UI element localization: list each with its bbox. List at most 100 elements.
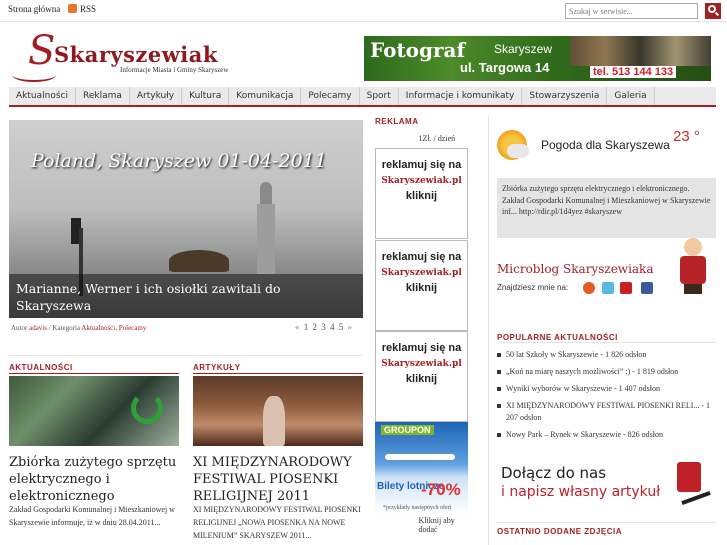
- search-input[interactable]: [565, 3, 698, 19]
- section-rule-artykuly: [193, 373, 363, 374]
- logo-initial: S: [28, 28, 56, 74]
- ad-slot-3-brand: Skaryszewiak.pl: [381, 359, 462, 369]
- popular-item[interactable]: 50 lat Szkoły w Skaryszewie - 1 826 odsł…: [497, 349, 717, 361]
- ad-slot-2-text: reklamuj się na: [381, 251, 462, 263]
- pager-pages[interactable]: 1 2 3 4 5: [304, 322, 345, 332]
- nav-item-artykuly[interactable]: Artykuły: [130, 87, 183, 105]
- nav-item-kultura[interactable]: Kultura: [182, 87, 230, 105]
- ad-slot-2-click: kliknij: [405, 282, 438, 294]
- main-nav: Aktualności Reklama Artykuły Kultura Kom…: [9, 87, 716, 107]
- mascot-head: [684, 238, 702, 256]
- section-label-aktualnosci[interactable]: AKTUALNOŚCI: [9, 363, 73, 372]
- home-link[interactable]: Strona główna: [8, 4, 60, 14]
- join-us-banner[interactable]: Dołącz do nas i napisz własny artykuł: [497, 460, 716, 512]
- nav-item-galeria[interactable]: Galeria: [607, 87, 655, 105]
- twitter-icon[interactable]: [602, 282, 614, 294]
- rss-link[interactable]: RSS: [68, 4, 96, 14]
- column-separator: [488, 116, 489, 545]
- nav-item-stowarzyszenia[interactable]: Stowarzyszenia: [522, 87, 608, 105]
- ads-price: 1Zł. / dzień: [418, 134, 456, 143]
- ad-slot-2[interactable]: reklamuj się na Skaryszewiak.pl kliknij: [375, 240, 468, 331]
- weather-widget: Pogoda dla Skaryszewa 23 °: [497, 128, 717, 168]
- weather-temperature: 23 °: [673, 128, 700, 145]
- ads-column: REKLAMA 1Zł. / dzień reklamuj się na Ska…: [375, 116, 468, 534]
- logo-tagline: Informacje Miasta i Gminy Skaryszew: [120, 66, 229, 74]
- weather-title: Pogoda dla Skaryszewa: [541, 138, 670, 152]
- article1-thumbnail[interactable]: [9, 376, 179, 446]
- top-bar: Strona główna RSS: [0, 0, 727, 22]
- section-label-artykuly[interactable]: ARTYKUŁY: [193, 363, 241, 372]
- microblog-title[interactable]: Microblog Skaryszewiaka: [497, 262, 653, 276]
- section-rule-aktualnosci: [9, 373, 179, 374]
- popular-item[interactable]: Wyniki wyborów w Skaryszewie - 1 407 ods…: [497, 383, 717, 395]
- slider-hat: [169, 250, 229, 272]
- article2-thumbnail[interactable]: [193, 376, 363, 446]
- last-photos-rule: [497, 522, 716, 523]
- slider-church-tower: [257, 182, 275, 274]
- ink-pen-icon: [677, 462, 701, 492]
- groupon-logo: GROUPON: [381, 425, 434, 435]
- banner-city: Skaryszew: [494, 42, 553, 56]
- ad-slot-3[interactable]: reklamuj się na Skaryszewiak.pl kliknij: [375, 331, 468, 422]
- search-button[interactable]: [705, 3, 721, 19]
- meta-category-links[interactable]: Aktualności, Polecamy: [81, 324, 146, 332]
- logo-wordmark: Skaryszewiak: [54, 42, 218, 67]
- popular-list: 50 lat Szkoły w Skaryszewie - 1 826 odsł…: [497, 349, 717, 446]
- article2-title[interactable]: XI MIĘDZYNARODOWY FESTIWAL PIOSENKI RELI…: [193, 454, 368, 505]
- nav-item-polecamy[interactable]: Polecamy: [301, 87, 360, 105]
- article1-title[interactable]: Zbiórka zużytego sprzętu elektrycznego i…: [9, 454, 179, 505]
- add-ad-link[interactable]: Kliknij aby dodać: [419, 516, 469, 534]
- nav-item-sport[interactable]: Sport: [360, 87, 399, 105]
- slider-caption[interactable]: Marianne, Werner i ich osiołki zawitali …: [9, 274, 363, 318]
- slider-pager: « 1 2 3 4 5 »: [295, 322, 353, 332]
- popular-item[interactable]: XI MIĘDZYNARODOWY FESTIWAL PIOSENKI RELI…: [497, 400, 717, 424]
- slider-caption-text: Marianne, Werner i ich osiołki zawitali …: [16, 281, 281, 313]
- mascot-legs: [684, 284, 702, 294]
- ad-slot-1-text: reklamuj się na: [381, 159, 462, 171]
- ad-slot-1-click: kliknij: [405, 190, 438, 202]
- airplane-icon: [385, 454, 455, 460]
- meta-category-prefix: / Kategoria: [48, 324, 81, 332]
- popular-item[interactable]: „Koń na miarę naszych możliwości” ;) - 1…: [497, 366, 717, 378]
- nav-item-reklama[interactable]: Reklama: [76, 87, 130, 105]
- slider-photo-stamp: Poland, Skaryszew 01-04-2011: [31, 150, 327, 172]
- cloud-icon: [507, 144, 529, 158]
- ads-label: REKLAMA: [375, 117, 419, 126]
- banner-phone: tel. 513 144 133: [590, 66, 677, 78]
- slider-meta: Autor adavis / Kategoria Aktualności, Po…: [11, 324, 146, 332]
- groupon-ad[interactable]: GROUPON Bilety lotnicze -70% *przykłady …: [375, 422, 468, 515]
- facebook-icon[interactable]: [641, 282, 653, 294]
- article1-excerpt: Zakład Gospodarki Komunalnej i Mieszkani…: [9, 505, 175, 527]
- mascot-illustration: [672, 236, 712, 296]
- ad-slot-3-text: reklamuj się na: [381, 342, 462, 354]
- youtube-icon[interactable]: [620, 282, 632, 294]
- join-line-1: Dołącz do nas: [501, 464, 607, 482]
- ad-slot-1[interactable]: reklamuj się na Skaryszewiak.pl kliknij: [375, 148, 468, 239]
- join-line-2: i napisz własny artykuł: [501, 484, 661, 500]
- nav-item-komunikacja[interactable]: Komunikacja: [229, 87, 302, 105]
- article2-singer: [263, 396, 285, 446]
- ad-slot-2-brand: Skaryszewiak.pl: [381, 268, 462, 278]
- mascot-body: [680, 256, 706, 284]
- ad-slot-3-click: kliknij: [405, 373, 438, 385]
- featured-slider[interactable]: Poland, Skaryszew 01-04-2011 Marianne, W…: [9, 120, 363, 318]
- content-divider: [9, 355, 363, 356]
- nav-item-informacje[interactable]: Informacje i komunikaty: [399, 87, 523, 105]
- groupon-note: *przykłady następnych ofert: [383, 505, 452, 511]
- nav-item-aktualnosci[interactable]: Aktualności: [9, 87, 76, 105]
- recycle-icon: [131, 392, 163, 424]
- banner-photo: [570, 36, 711, 66]
- pager-prev-button[interactable]: «: [295, 322, 301, 332]
- meta-author-link[interactable]: adavis: [29, 324, 47, 332]
- pager-next-button[interactable]: »: [348, 322, 354, 332]
- ad-slot-1-brand: Skaryszewiak.pl: [381, 176, 462, 186]
- meta-author-prefix: Autor: [11, 324, 28, 332]
- popular-label: POPULARNE AKTUALNOŚCI: [497, 333, 618, 342]
- rss-link-label: RSS: [80, 4, 97, 14]
- popular-item[interactable]: Nowy Park – Rynek w Skaryszewie - 826 od…: [497, 429, 717, 441]
- rss-icon: [68, 4, 77, 13]
- header-ad-banner[interactable]: Fotograf Skaryszew ul. Targowa 14 tel. 5…: [364, 36, 711, 81]
- site-logo[interactable]: S Skaryszewiak Informacje Miasta i Gminy…: [12, 28, 252, 82]
- blip-icon[interactable]: [583, 282, 595, 294]
- tweet-box[interactable]: Zbiórka zużytego sprzętu elektrycznego i…: [497, 178, 716, 238]
